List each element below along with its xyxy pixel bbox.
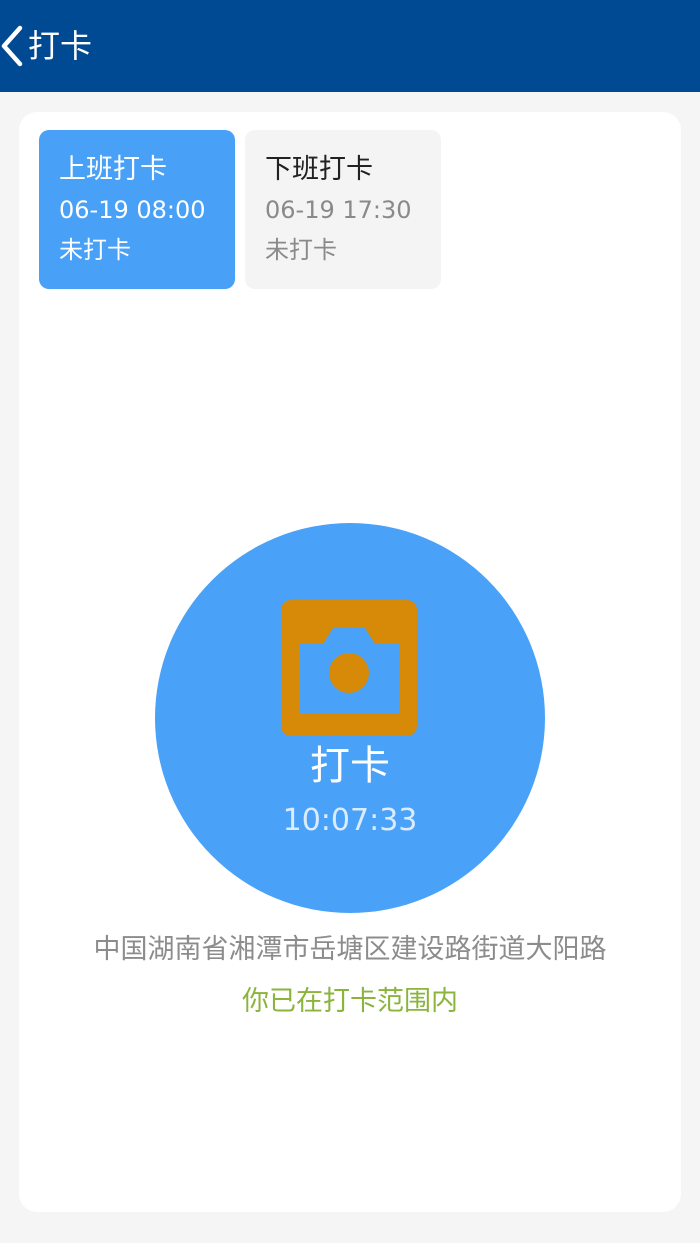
clock-out-label: 下班打卡 [265,154,373,185]
page-title: 打卡 [28,27,93,65]
top-bar: 打卡 [0,0,700,92]
back-button[interactable] [0,22,30,70]
chevron-left-icon [1,25,23,67]
location-address: 中国湖南省湘潭市岳塘区建设路街道大阳路 [93,934,607,965]
clock-in-label: 上班打卡 [59,154,167,185]
range-status: 你已在打卡范围内 [242,986,458,1017]
tab-clock-out[interactable]: 下班打卡 06-19 17:30 未打卡 [245,130,441,289]
camera-icon [281,600,417,736]
punch-button[interactable]: 打卡 10:07:33 [155,523,545,913]
clock-out-status: 未打卡 [265,236,337,264]
clock-out-time: 06-19 17:30 [265,196,412,224]
punch-card: 上班打卡 06-19 08:00 未打卡 下班打卡 06-19 17:30 未打… [19,112,681,1212]
tab-clock-in[interactable]: 上班打卡 06-19 08:00 未打卡 [39,130,235,289]
current-time: 10:07:33 [282,803,418,838]
punch-label: 打卡 [310,743,390,789]
clock-in-status: 未打卡 [59,236,131,264]
clock-in-time: 06-19 08:00 [59,196,206,224]
